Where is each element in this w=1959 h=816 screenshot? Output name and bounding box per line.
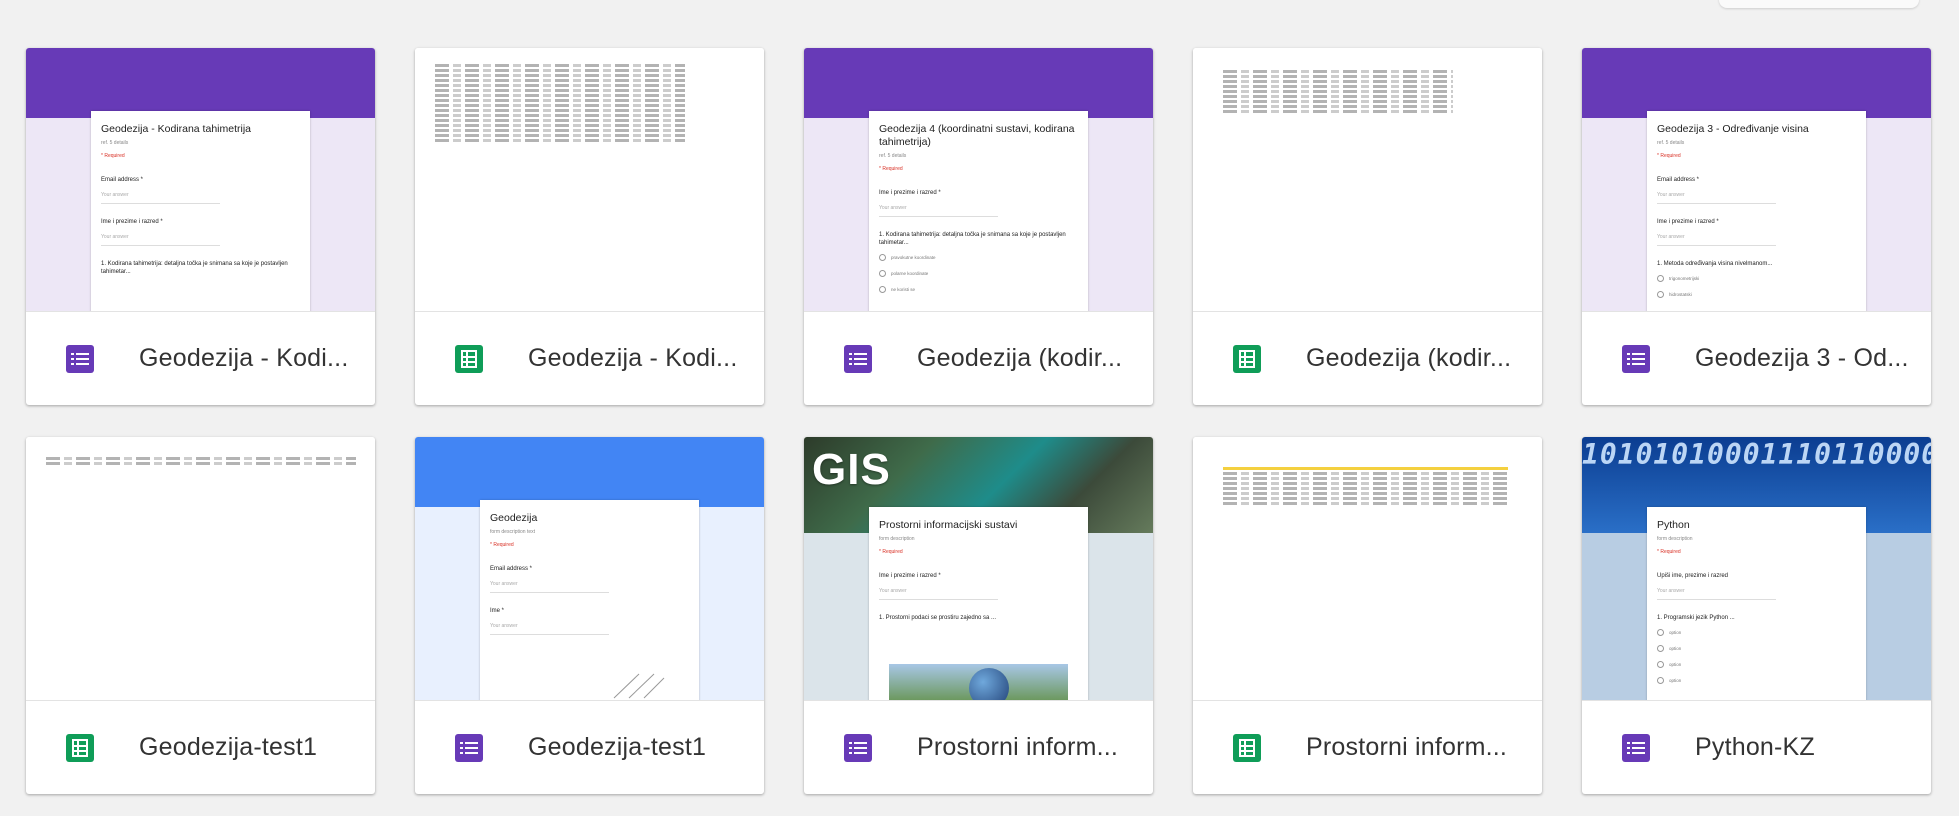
file-thumbnail: 1010101000111011000011101110011101111 Py… [1582,437,1931,701]
file-card-footer: Geodezija-test1 [415,701,764,794]
file-card[interactable]: GIS Prostorni informacijski sustavi form… [804,437,1153,794]
file-title: Prostorni inform... [917,733,1119,761]
form-preview: Geodezija form description text * Requir… [480,500,699,700]
file-card-footer: Geodezija (kodir... [1193,312,1542,405]
forms-icon [66,344,94,373]
file-card-footer: Prostorni inform... [804,701,1153,794]
file-thumbnail: Geodezija 4 (koordinatni sustavi, kodira… [804,48,1153,312]
forms-icon [844,733,872,762]
file-title: Geodezija-test1 [528,733,707,761]
file-card-footer: Python-KZ [1582,701,1931,794]
form-preview: Geodezija - Kodirana tahimetrija ref. 5 … [91,111,310,311]
forms-icon [1622,344,1650,373]
forms-icon [844,344,872,373]
file-title: Geodezija 3 - Od... [1695,344,1909,372]
forms-icon [455,733,483,762]
file-card[interactable]: Geodezija - Kodirana tahimetrija ref. 5 … [26,48,375,405]
file-card[interactable]: 1010101000111011000011101110011101111 Py… [1582,437,1931,794]
forms-icon [1622,733,1650,762]
file-card-footer: Prostorni inform... [1193,701,1542,794]
file-title: Prostorni inform... [1306,733,1508,761]
pen-sketch-icon [613,673,665,699]
form-preview-title: Python [1657,519,1690,531]
form-preview: Python form description * Required Upiši… [1647,507,1866,700]
file-title: Python-KZ [1695,733,1815,761]
file-thumbnail: Geodezija 3 - Određivanje visina ref. 5 … [1582,48,1931,312]
file-thumbnail [1193,437,1542,701]
file-title: Geodezija - Kodi... [528,344,738,372]
binary-banner-text: 1010101000111011000011101110011101111 [1582,438,1931,471]
file-card[interactable]: Geodezija 4 (koordinatni sustavi, kodira… [804,48,1153,405]
file-card-footer: Geodezija - Kodi... [415,312,764,405]
file-card[interactable]: Prostorni inform... [1193,437,1542,794]
globe-image [889,664,1068,700]
form-preview-title: Geodezija - Kodirana tahimetrija [101,123,251,135]
file-card-footer: Geodezija (kodir... [804,312,1153,405]
file-thumbnail: Geodezija form description text * Requir… [415,437,764,701]
file-title: Geodezija-test1 [139,733,318,761]
form-preview: Geodezija 4 (koordinatni sustavi, kodira… [869,111,1088,311]
file-thumbnail [415,48,764,312]
top-tab [1719,0,1919,8]
file-thumbnail [1193,48,1542,312]
file-card[interactable]: Geodezija - Kodi... [415,48,764,405]
file-card-footer: Geodezija - Kodi... [26,312,375,405]
file-card[interactable]: Geodezija (kodir... [1193,48,1542,405]
file-thumbnail: GIS Prostorni informacijski sustavi form… [804,437,1153,701]
file-title: Geodezija - Kodi... [139,344,349,372]
file-thumbnail: Geodezija - Kodirana tahimetrija ref. 5 … [26,48,375,312]
file-card-footer: Geodezija 3 - Od... [1582,312,1931,405]
form-preview-title: Prostorni informacijski sustavi [879,519,1018,531]
file-title: Geodezija (kodir... [1306,344,1512,372]
sheets-icon [455,344,483,373]
form-preview-title: Geodezija 3 - Određivanje visina [1657,123,1809,135]
file-card[interactable]: Geodezija-test1 [26,437,375,794]
file-card-footer: Geodezija-test1 [26,701,375,794]
form-preview-title: Geodezija [490,512,538,524]
form-preview-title: Geodezija 4 (koordinatni sustavi, kodira… [879,123,1075,148]
sheets-icon [1233,733,1261,762]
file-thumbnail [26,437,375,701]
sheets-icon [66,733,94,762]
file-card[interactable]: Geodezija form description text * Requir… [415,437,764,794]
file-card[interactable]: Geodezija 3 - Određivanje visina ref. 5 … [1582,48,1931,405]
form-preview: Prostorni informacijski sustavi form des… [869,507,1088,700]
file-title: Geodezija (kodir... [917,344,1123,372]
form-preview: Geodezija 3 - Određivanje visina ref. 5 … [1647,111,1866,311]
gis-banner-text: GIS [812,445,891,494]
sheets-icon [1233,344,1261,373]
file-grid: Geodezija - Kodirana tahimetrija ref. 5 … [26,48,1931,794]
